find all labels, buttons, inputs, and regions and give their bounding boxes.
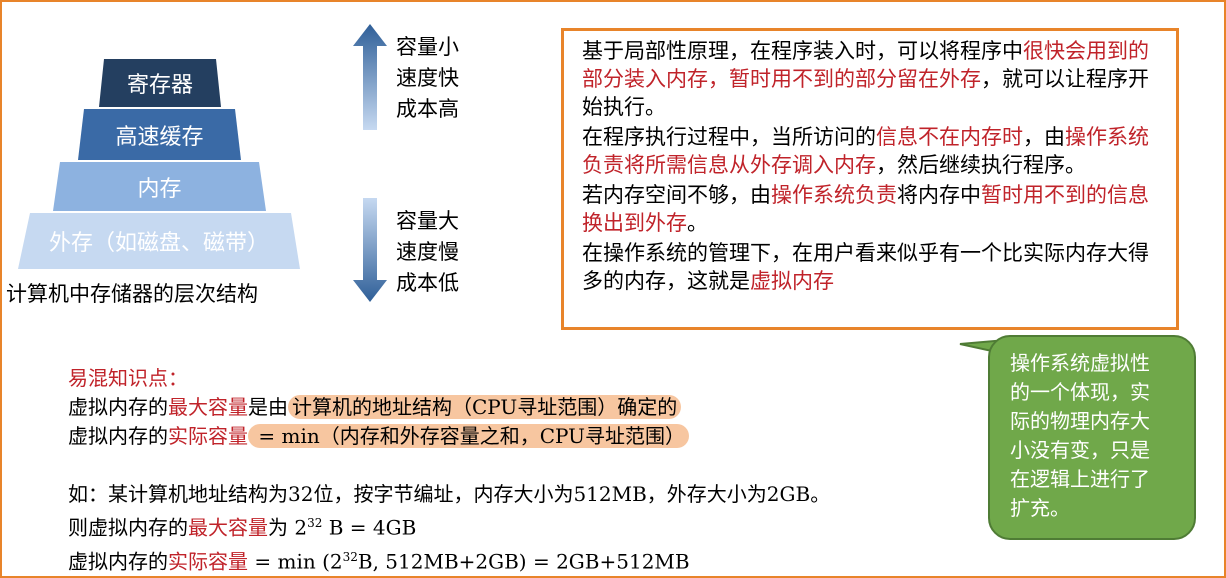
bubble-line: 际的物理内存大 xyxy=(1010,409,1150,433)
notes-spacer xyxy=(68,451,830,480)
notes-line-example: 如：某计算机地址结构为32位，按字节编址，内存大小为512MB，外存大小为2GB… xyxy=(68,482,831,506)
confusing-points-notes: 易混知识点： 虚拟内存的最大容量是由 计算机的地址结构（CPU寻址范围）确定的 虚… xyxy=(68,364,830,576)
up-label-line-3: 成本高 xyxy=(396,97,459,121)
text-span: B = 4GB xyxy=(322,515,417,540)
emphasis-span: 虚拟内存 xyxy=(750,269,834,293)
text-span: ，由 xyxy=(1023,125,1065,149)
bubble-line: 小没有变，只是 xyxy=(1010,438,1150,462)
text-span: 在程序执行过程中，当所访问的 xyxy=(582,125,876,149)
highlight-span: 计算机的地址结构（CPU寻址范围）确定的 xyxy=(288,395,682,419)
principle-paragraph-2: 在程序执行过程中，当所访问的信息不在内存时，由操作系统负责将所需信息从外存调入内… xyxy=(582,123,1164,179)
down-label-line-2: 速度慢 xyxy=(396,240,459,264)
exponent: 32 xyxy=(307,516,323,530)
exponent: 32 xyxy=(342,549,358,564)
arrow-up-label: 容量小 速度快 成本高 xyxy=(396,32,459,125)
text-span: = min (2 xyxy=(248,549,343,574)
emphasis-span: 实际容量 xyxy=(168,549,248,574)
up-label-line-1: 容量小 xyxy=(396,35,459,59)
up-label-line-2: 速度快 xyxy=(396,66,459,90)
arrow-down-icon xyxy=(353,198,387,302)
principle-paragraph-1: 基于局部性原理，在程序装入时，可以将程序中很快会用到的部分装入内存，暂时用不到的… xyxy=(582,37,1164,121)
pyramid-label-cache: 高速缓存 xyxy=(115,124,204,150)
virtualization-callout: 操作系统虚拟性 的一个体现，实 际的物理内存大 小没有变，只是 在逻辑上进行了 … xyxy=(988,335,1196,540)
notes-line-max-capacity: 虚拟内存的最大容量是由 计算机的地址结构（CPU寻址范围）确定的 xyxy=(68,393,830,422)
text-span: 将内存中 xyxy=(897,183,981,207)
text-span: 在操作系统的管理下，在用户看来似乎有一个比实际内存大得多的内存，这就是 xyxy=(582,241,1149,293)
bubble-line: 在逻辑上进行了 xyxy=(1010,467,1150,491)
text-span: ，然后继续执行程序。 xyxy=(876,153,1086,177)
text-span: 为 2 xyxy=(268,515,308,540)
text-span: 虚拟内存的 xyxy=(68,549,168,574)
principle-paragraph-4: 在操作系统的管理下，在用户看来似乎有一个比实际内存大得多的内存，这就是虚拟内存 xyxy=(582,239,1164,295)
arrow-up-icon xyxy=(353,24,387,130)
text-span: 基于局部性原理，在程序装入时，可以将程序中 xyxy=(582,39,1023,63)
down-label-line-1: 容量大 xyxy=(396,209,459,233)
bubble-line: 操作系统虚拟性 xyxy=(1010,351,1150,375)
text-span: 是由 xyxy=(248,395,288,419)
down-label-line-3: 成本低 xyxy=(396,271,459,295)
notes-line-actual-capacity: 虚拟内存的实际容量 = min（内存和外存容量之和，CPU寻址范围） xyxy=(68,422,830,451)
text-span: 若内存空间不够，由 xyxy=(582,183,771,207)
virtual-memory-principle-box: 基于局部性原理，在程序装入时，可以将程序中很快会用到的部分装入内存，暂时用不到的… xyxy=(561,28,1179,330)
notes-title: 易混知识点： xyxy=(68,366,188,390)
arrow-down-label: 容量大 速度慢 成本低 xyxy=(396,206,459,299)
emphasis-span: 信息不在内存时 xyxy=(876,125,1023,149)
emphasis-span: 操作系统负责 xyxy=(771,183,897,207)
emphasis-span: 实际容量 xyxy=(168,424,248,448)
principle-paragraph-3: 若内存空间不够，由操作系统负责将内存中暂时用不到的信息换出到外存。 xyxy=(582,181,1164,237)
pyramid-caption: 计算机中存储器的层次结构 xyxy=(6,282,258,306)
emphasis-span: 最大容量 xyxy=(168,395,248,419)
notes-line-example-actual: 虚拟内存的实际容量 = min (232B, 512MB+2GB) = 2GB+… xyxy=(68,543,830,577)
text-span: 则虚拟内存的 xyxy=(68,515,188,540)
bubble-line: 的一个体现，实 xyxy=(1010,380,1150,404)
text-span: 虚拟内存的 xyxy=(68,424,168,448)
text-span: 虚拟内存的 xyxy=(68,395,168,419)
notes-line-example-max: 则虚拟内存的最大容量为 232 B = 4GB xyxy=(68,509,830,543)
pyramid-label-disk: 外存（如磁盘、磁带） xyxy=(48,231,269,256)
text-span: B, 512MB+2GB) = 2GB+512MB xyxy=(357,549,690,574)
pyramid-label-register: 寄存器 xyxy=(126,73,193,98)
highlight-span: = min（内存和外存容量之和，CPU寻址范围） xyxy=(248,424,689,448)
pyramid-label-memory: 内存 xyxy=(137,176,182,202)
bubble-line: 扩充。 xyxy=(1010,496,1070,520)
text-span: 。 xyxy=(687,211,708,235)
emphasis-span: 最大容量 xyxy=(188,515,268,540)
